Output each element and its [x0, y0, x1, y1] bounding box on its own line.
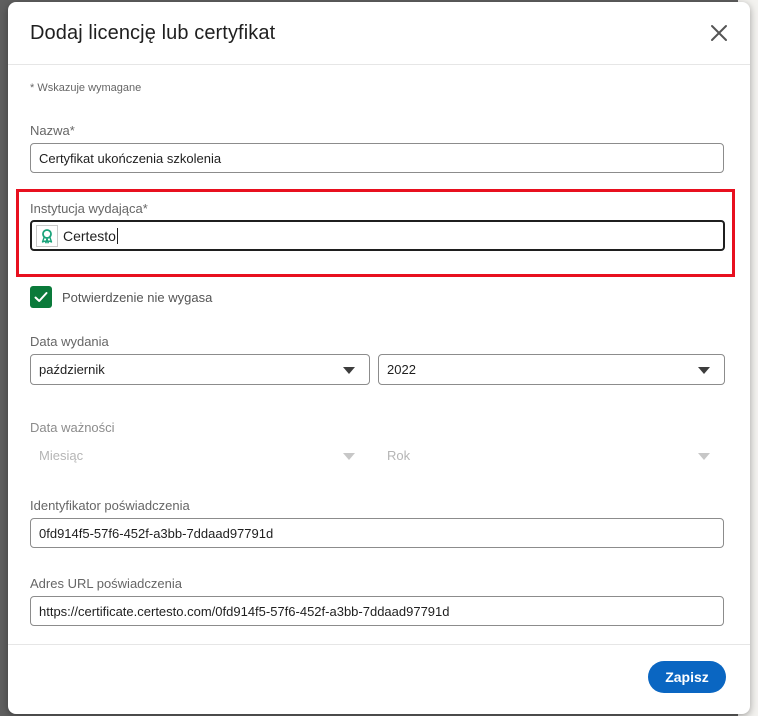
- text-cursor: [116, 227, 118, 244]
- dropdown-arrow-icon: [343, 367, 355, 374]
- expiry-year-placeholder: Rok: [387, 448, 411, 463]
- dropdown-arrow-icon: [698, 367, 710, 374]
- dropdown-arrow-icon: [698, 453, 710, 460]
- close-button[interactable]: [706, 20, 732, 46]
- expiry-date-label: Data ważności: [30, 420, 115, 435]
- expiry-month-select: Miesiąc: [30, 440, 370, 471]
- expiry-year-select: Rok: [378, 440, 725, 471]
- dialog-title: Dodaj licencję lub certyfikat: [30, 22, 276, 44]
- issue-year-select[interactable]: 2022: [378, 354, 725, 385]
- credential-id-label: Identyfikator poświadczenia: [30, 498, 190, 513]
- name-label: Nazwa*: [30, 123, 75, 138]
- no-expiry-label: Potwierdzenie nie wygasa: [62, 290, 213, 305]
- required-note: * Wskazuje wymagane: [30, 82, 142, 94]
- dialog-header: Dodaj licencję lub certyfikat: [8, 2, 750, 65]
- issuer-label: Instytucja wydająca*: [30, 201, 148, 216]
- issue-year-value: 2022: [387, 362, 416, 377]
- dialog-footer: Zapisz: [8, 644, 750, 714]
- award-ribbon-icon: [36, 224, 58, 247]
- issue-month-select[interactable]: październik: [30, 354, 370, 385]
- close-icon: [711, 25, 727, 41]
- no-expiry-checkbox[interactable]: [30, 286, 52, 308]
- dropdown-arrow-icon: [343, 453, 355, 460]
- issue-date-label: Data wydania: [30, 334, 109, 349]
- issuer-value: Certesto: [63, 227, 116, 244]
- name-input[interactable]: [30, 143, 724, 173]
- save-button[interactable]: Zapisz: [648, 661, 726, 693]
- checkmark-icon: [34, 292, 48, 302]
- credential-url-input[interactable]: [30, 596, 724, 626]
- credential-id-input[interactable]: [30, 518, 724, 548]
- expiry-month-placeholder: Miesiąc: [39, 448, 84, 463]
- issue-month-value: październik: [39, 362, 105, 377]
- add-license-dialog: Dodaj licencję lub certyfikat * Wskazuje…: [8, 2, 750, 714]
- issuer-input[interactable]: Certesto: [30, 220, 725, 251]
- credential-url-label: Adres URL poświadczenia: [30, 576, 182, 591]
